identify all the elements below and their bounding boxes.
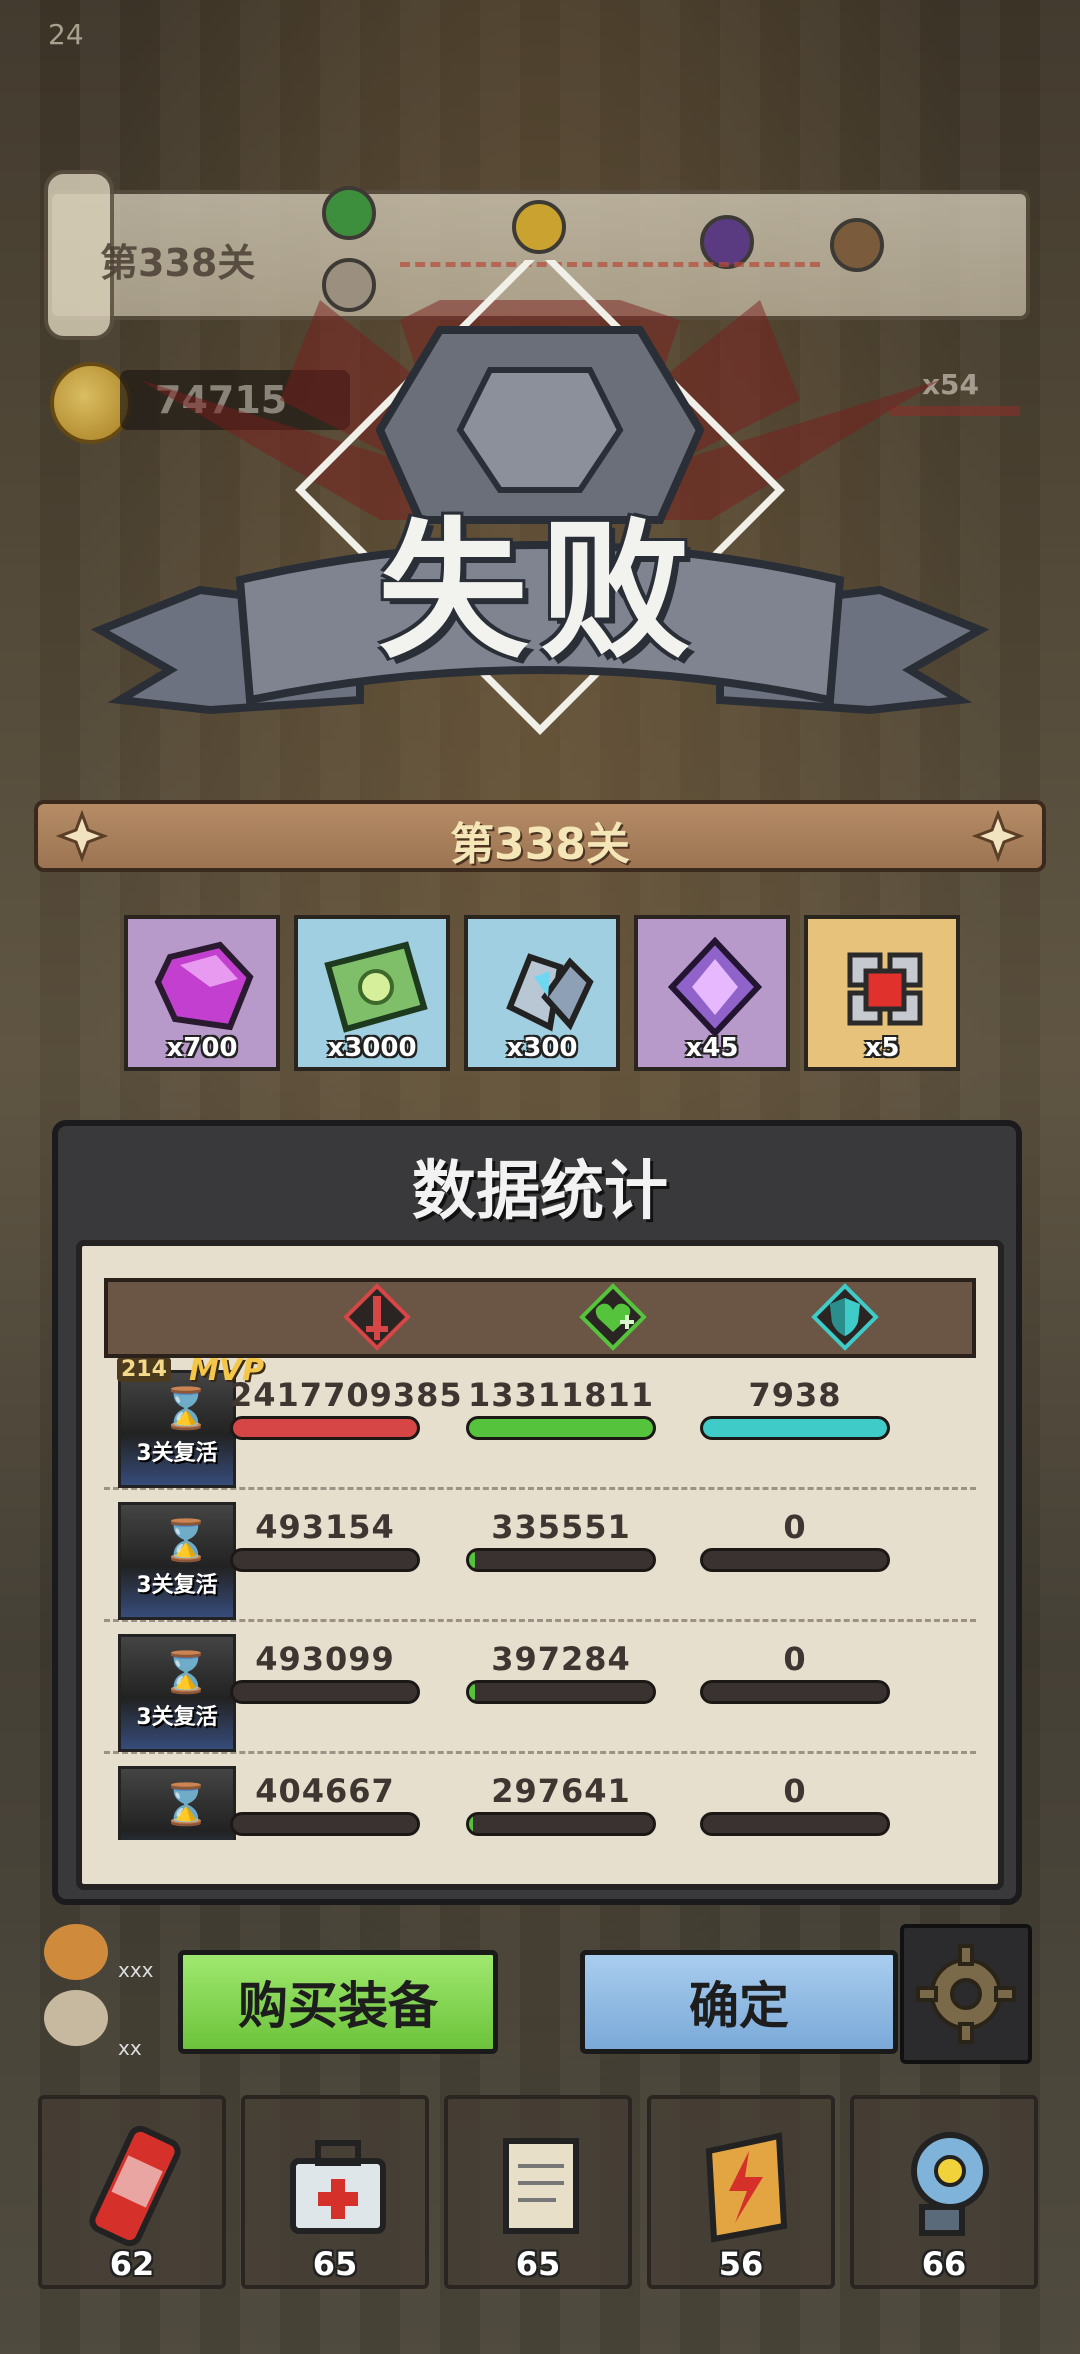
item-slot[interactable]: 66 [850, 2095, 1038, 2289]
reward-slot[interactable]: x700 [124, 915, 280, 1071]
hud-counter: 24 [48, 18, 84, 51]
reward-count: x700 [166, 1033, 238, 1063]
hourglass-icon: ⌛ [161, 1782, 211, 1828]
item-slot[interactable]: 65 [241, 2095, 429, 2289]
heal-bar [466, 1416, 656, 1440]
reward-slot[interactable]: x3000 [294, 915, 450, 1071]
pet-cat-avatar [44, 1990, 108, 2046]
item-slot[interactable]: 56 [647, 2095, 835, 2289]
item-count: 66 [921, 2245, 967, 2283]
damage-bar [230, 1548, 420, 1572]
damage-bar [230, 1416, 420, 1440]
pet-name: xxx [118, 1958, 154, 1982]
player-avatar[interactable]: ⌛ 3关复活 [118, 1502, 236, 1620]
damage-bar [230, 1812, 420, 1836]
damage-bar [230, 1680, 420, 1704]
shield-bar [700, 1812, 890, 1836]
item-count: 65 [515, 2245, 561, 2283]
confirm-button[interactable]: 确定 [580, 1950, 898, 2054]
revive-label: 3关复活 [136, 1573, 218, 1598]
heal-value: 13311811 [467, 1376, 655, 1414]
heal-bar [466, 1812, 656, 1836]
reward-slot[interactable]: x45 [634, 915, 790, 1071]
hourglass-icon: ⌛ [161, 1518, 211, 1564]
pet-dog-avatar [44, 1924, 108, 1980]
heal-bar-fill [469, 1815, 473, 1833]
player-avatar[interactable]: ⌛ 3关复活 [118, 1634, 236, 1752]
item-count: 56 [718, 2245, 764, 2283]
heal-value: 335551 [491, 1508, 631, 1546]
pet-name: xx [118, 2036, 142, 2060]
revive-label: 3关复活 [136, 1705, 218, 1730]
shield-value: 0 [783, 1508, 807, 1546]
player-avatar[interactable]: ⌛ [118, 1766, 236, 1840]
damage-value: 493154 [255, 1508, 395, 1546]
item-count: 62 [109, 2245, 155, 2283]
shield-value: 0 [783, 1772, 807, 1810]
stats-title: 数据统计 [412, 1155, 668, 1229]
shield-value: 0 [783, 1640, 807, 1678]
heal-bar-fill [469, 1419, 653, 1437]
sword-icon [343, 1283, 411, 1351]
reward-slot[interactable]: x300 [464, 915, 620, 1071]
revive-label: 3关复活 [136, 1441, 218, 1466]
reward-slot[interactable]: x5 [804, 915, 960, 1071]
player-stat-row[interactable]: ⌛ 3关复活 493154 335551 0 [104, 1490, 976, 1622]
defeat-title: 失败 [377, 505, 702, 679]
buy-equipment-button[interactable]: 购买装备 [178, 1950, 498, 2054]
shield-value: 7938 [748, 1376, 842, 1414]
damage-bar-fill [233, 1419, 417, 1437]
damage-value: 493099 [255, 1640, 395, 1678]
hourglass-icon: ⌛ [161, 1650, 211, 1696]
shield-icon [811, 1283, 879, 1351]
player-level: 214 [117, 1358, 171, 1382]
heal-heart-icon [579, 1283, 647, 1351]
gear-icon [916, 1944, 1016, 2044]
level-label: 第338关 [450, 819, 630, 870]
player-avatar[interactable]: ⌛ 3关复活 214 MVP [117, 1358, 264, 1488]
player-stat-row[interactable]: ⌛ 3关复活 214 MVP 2417709385 13311811 7938 [104, 1358, 976, 1490]
heal-bar [466, 1680, 656, 1704]
shield-bar [700, 1680, 890, 1704]
shield-bar [700, 1548, 890, 1572]
reward-count: x3000 [327, 1033, 417, 1063]
shield-bar-fill [703, 1419, 887, 1437]
heal-value: 397284 [491, 1640, 631, 1678]
stage-node-current-icon [512, 200, 566, 254]
stats-table-body[interactable]: ⌛ 3关复活 214 MVP 2417709385 13311811 7938 ⌛ 3关复活 49… [104, 1358, 976, 1840]
reward-count: x5 [864, 1033, 900, 1063]
reward-count: x300 [506, 1033, 578, 1063]
item-slot[interactable]: 65 [444, 2095, 632, 2289]
stage-node-cleared-icon [322, 186, 376, 240]
heal-bar-fill [469, 1683, 475, 1701]
hourglass-icon: ⌛ [161, 1386, 211, 1432]
damage-value: 2417709385 [230, 1376, 463, 1414]
item-slot[interactable]: 62 [38, 2095, 226, 2289]
settings-button[interactable] [900, 1924, 1032, 2064]
shield-bar [700, 1416, 890, 1440]
player-stat-row[interactable]: ⌛ 3关复活 493099 397284 0 [104, 1622, 976, 1754]
heal-value: 297641 [491, 1772, 631, 1810]
heal-bar-fill [469, 1551, 475, 1569]
player-stat-row[interactable]: ⌛ 404667 297641 0 [104, 1754, 976, 1840]
item-count: 65 [312, 2245, 358, 2283]
heal-bar [466, 1548, 656, 1572]
damage-value: 404667 [255, 1772, 395, 1810]
reward-count: x45 [685, 1033, 739, 1063]
